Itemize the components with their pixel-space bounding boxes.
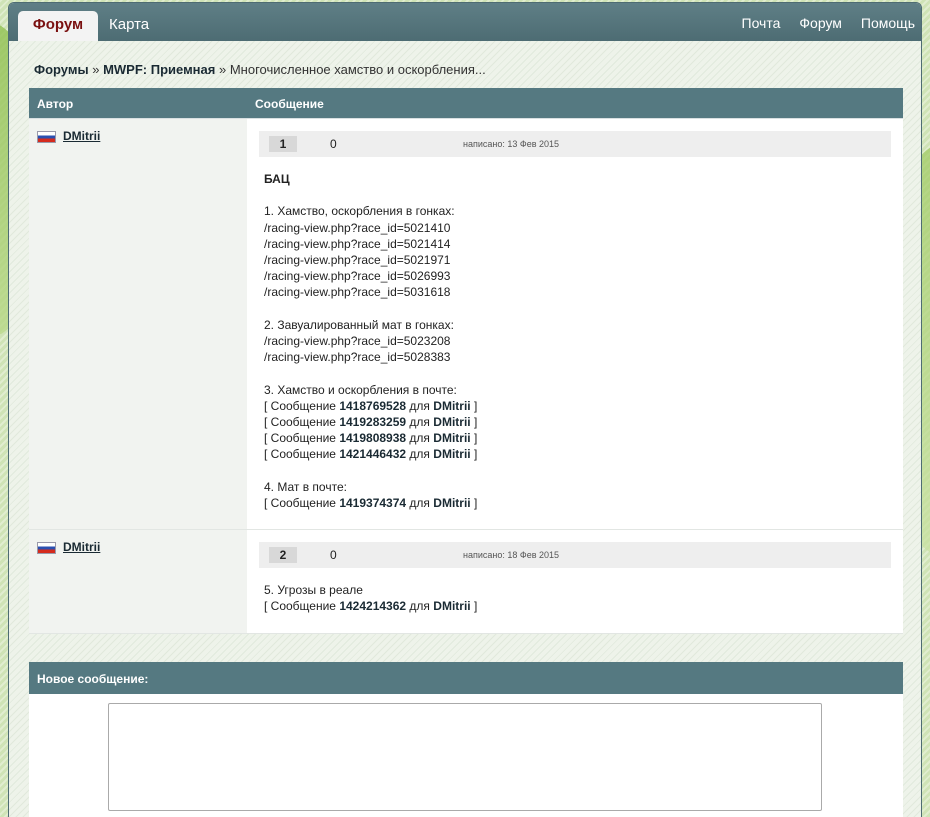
message-reference: [ Сообщение 1421446432 для DMitrii ] bbox=[264, 446, 891, 462]
post-text-line bbox=[264, 463, 891, 479]
breadcrumb-topic-title: Многочисленное хамство и оскорбления... bbox=[229, 62, 486, 77]
post-text-line: /racing-view.php?race_id=5021414 bbox=[264, 236, 451, 251]
forum-window: Форум Карта Почта Форум Помощь Форумы » … bbox=[8, 2, 922, 817]
message-reference-close: ] bbox=[473, 431, 478, 446]
message-reference: [ Сообщение 1424214362 для DMitrii ] bbox=[264, 598, 891, 614]
post-text-line: /racing-view.php?race_id=5023208 bbox=[264, 334, 451, 348]
message-id[interactable]: 1421446432 bbox=[339, 447, 406, 461]
message-reference: [ Сообщение 1419283259 для DMitrii ] bbox=[264, 414, 891, 430]
message-reference-prefix: [ Сообщение bbox=[264, 431, 336, 446]
tab-map[interactable]: Карта bbox=[99, 11, 159, 41]
post-text-line: 2. Завуалированный мат в гонках: bbox=[264, 317, 454, 332]
post-text: БАЦ 1. Хамство, оскорбления в гонках:/rac… bbox=[259, 171, 891, 529]
post-text-line: 5. Угрозы в реале bbox=[264, 583, 363, 598]
author-link[interactable]: DMitrii bbox=[63, 129, 100, 143]
reply-textarea[interactable] bbox=[108, 703, 822, 811]
nav-link-forum[interactable]: Форум bbox=[799, 15, 842, 31]
post-body: 2 0 написано: 18 Фев 2015 5. Угрозы в ре… bbox=[247, 530, 903, 632]
top-navigation-bar: Форум Карта Почта Форум Помощь bbox=[9, 3, 921, 41]
message-reference-for: для bbox=[409, 447, 430, 462]
message-id[interactable]: 1419374374 bbox=[339, 496, 406, 510]
post-text-line: 4. Мат в почте: bbox=[264, 479, 347, 494]
post-text: 5. Угрозы в реале[ Сообщение 1424214362 … bbox=[259, 582, 891, 632]
message-id[interactable]: 1419283259 bbox=[339, 415, 406, 429]
post-author-cell: DMitrii bbox=[29, 119, 247, 530]
message-reference-for: для bbox=[409, 431, 430, 446]
new-message-title: Новое сообщение: bbox=[29, 662, 903, 694]
post-date: написано: 13 Фев 2015 bbox=[463, 139, 560, 149]
message-id[interactable]: 1418769528 bbox=[339, 399, 406, 413]
message-reference-prefix: [ Сообщение bbox=[264, 398, 336, 413]
message-recipient[interactable]: DMitrii bbox=[433, 399, 470, 413]
message-reference-for: для bbox=[409, 496, 430, 510]
breadcrumb: Форумы » MWPF: Приемная » Многочисленное… bbox=[34, 62, 486, 77]
post-text-line: /racing-view.php?race_id=5028383 bbox=[264, 350, 451, 365]
top-links: Почта Форум Помощь bbox=[723, 15, 916, 31]
nav-link-help[interactable]: Помощь bbox=[861, 15, 915, 31]
message-recipient[interactable]: DMitrii bbox=[433, 447, 470, 461]
post-meta-bar: 2 0 написано: 18 Фев 2015 bbox=[259, 542, 891, 569]
message-reference-close: ] bbox=[473, 398, 478, 413]
message-reference-prefix: [ Сообщение bbox=[264, 447, 336, 462]
tab-forum[interactable]: Форум bbox=[18, 11, 98, 41]
message-reference-close: ] bbox=[473, 599, 478, 614]
post-body: 1 0 написано: 13 Фев 2015 БАЦ 1. Хамство,… bbox=[247, 119, 903, 529]
post-number[interactable]: 2 bbox=[269, 547, 297, 564]
message-reference-for: для bbox=[409, 398, 430, 413]
nav-link-mail[interactable]: Почта bbox=[742, 15, 781, 31]
post-text-line bbox=[264, 301, 891, 317]
message-reference-close: ] bbox=[473, 496, 478, 510]
new-message-panel: Новое сообщение: bbox=[29, 662, 903, 817]
post-rating: 0 bbox=[330, 137, 337, 151]
post-text-line: /racing-view.php?race_id=5021971 bbox=[264, 253, 451, 267]
column-header-message: Сообщение bbox=[255, 97, 324, 111]
post-text-line: /racing-view.php?race_id=5021410 bbox=[264, 220, 451, 235]
message-reference-prefix: [ Сообщение bbox=[264, 599, 336, 614]
post-author-cell: DMitrii bbox=[29, 530, 247, 633]
post-rating: 0 bbox=[330, 548, 337, 563]
column-header-author: Автор bbox=[37, 97, 74, 111]
message-reference-for: для bbox=[409, 415, 430, 429]
message-recipient[interactable]: DMitrii bbox=[433, 496, 470, 510]
post-text-line bbox=[264, 187, 891, 203]
flag-icon bbox=[37, 542, 56, 555]
message-recipient[interactable]: DMitrii bbox=[433, 599, 470, 613]
posts-table-header: Автор Сообщение bbox=[29, 88, 903, 119]
author-link[interactable]: DMitrii bbox=[63, 540, 100, 554]
breadcrumb-forums-link[interactable]: Форумы bbox=[34, 62, 89, 77]
post-text-line: 1. Хамство, оскорбления в гонках: bbox=[264, 204, 455, 219]
posts-table: Автор Сообщение DMitrii 1 0 написано: 13… bbox=[29, 88, 903, 634]
flag-icon bbox=[37, 131, 56, 143]
post-text-line: /racing-view.php?race_id=5026993 bbox=[264, 269, 451, 284]
message-id[interactable]: 1424214362 bbox=[339, 599, 406, 613]
message-reference: [ Сообщение 1419374374 для DMitrii ] bbox=[264, 495, 891, 511]
post-date: написано: 18 Фев 2015 bbox=[463, 550, 560, 561]
breadcrumb-separator: » bbox=[92, 62, 100, 77]
message-reference-close: ] bbox=[473, 447, 478, 462]
message-id[interactable]: 1419808938 bbox=[339, 431, 406, 445]
message-reference-for: для bbox=[409, 599, 430, 614]
breadcrumb-forum-link[interactable]: MWPF: Приемная bbox=[103, 62, 215, 77]
post-text-line: 3. Хамство и оскорбления в почте: bbox=[264, 382, 457, 397]
message-reference-close: ] bbox=[473, 415, 478, 429]
message-reference-prefix: [ Сообщение bbox=[264, 415, 336, 429]
post-meta-bar: 1 0 написано: 13 Фев 2015 bbox=[259, 131, 891, 157]
breadcrumb-separator: » bbox=[218, 62, 227, 77]
message-reference: [ Сообщение 1418769528 для DMitrii ] bbox=[264, 398, 891, 414]
post-row: DMitrii 2 0 написано: 18 Фев 2015 5. Угр… bbox=[29, 530, 903, 634]
post-text-line bbox=[264, 365, 891, 381]
message-reference-prefix: [ Сообщение bbox=[264, 496, 336, 510]
post-text-line: /racing-view.php?race_id=5031618 bbox=[264, 285, 451, 300]
post-heading-line: БАЦ bbox=[264, 172, 290, 186]
post-row: DMitrii 1 0 написано: 13 Фев 2015 БАЦ 1. … bbox=[29, 119, 903, 531]
message-recipient[interactable]: DMitrii bbox=[433, 431, 470, 445]
message-recipient[interactable]: DMitrii bbox=[433, 415, 470, 429]
post-number[interactable]: 1 bbox=[269, 136, 297, 152]
message-reference: [ Сообщение 1419808938 для DMitrii ] bbox=[264, 430, 891, 446]
